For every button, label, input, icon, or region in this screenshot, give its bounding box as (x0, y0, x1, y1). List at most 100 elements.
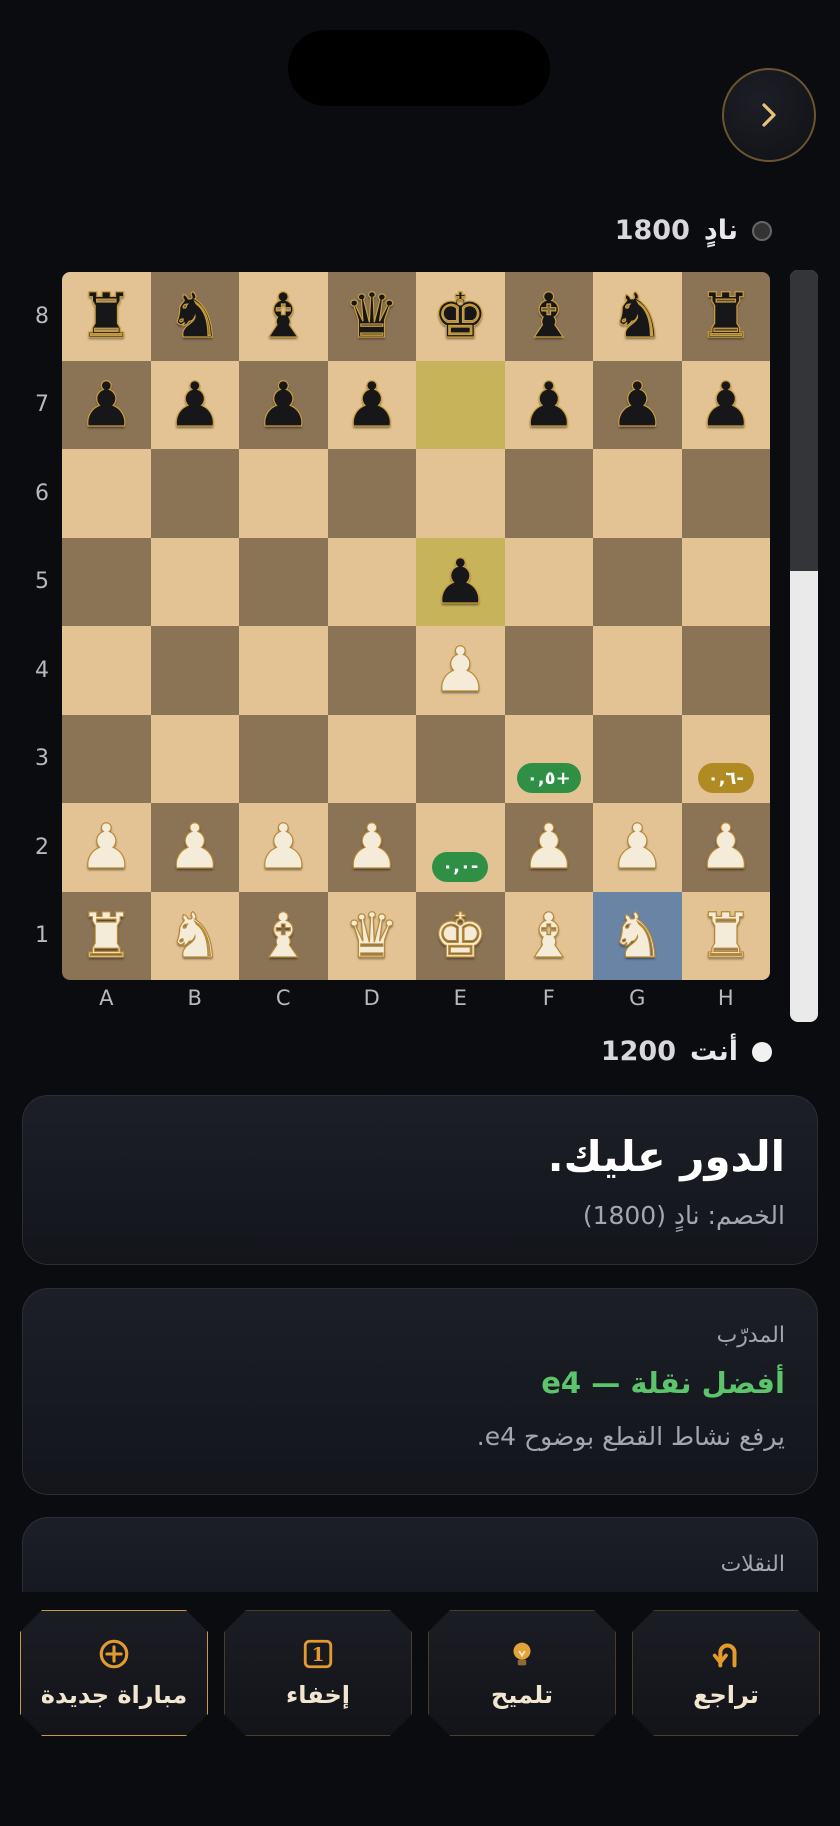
white-bishop-icon[interactable]: ♝ (255, 904, 312, 967)
black-pawn-icon[interactable]: ♟ (432, 550, 489, 613)
black-queen-icon[interactable]: ♛ (343, 284, 400, 347)
square-c5[interactable] (239, 537, 328, 626)
square-a1[interactable]: ♜ (62, 891, 151, 980)
black-pawn-icon[interactable]: ♟ (520, 373, 577, 436)
square-h1[interactable]: ♜ (681, 891, 770, 980)
square-b7[interactable]: ♟ (150, 360, 239, 449)
square-h5[interactable] (681, 537, 770, 626)
white-king-icon[interactable]: ♚ (432, 904, 489, 967)
square-c2[interactable]: ♟ (239, 803, 328, 892)
black-rook-icon[interactable]: ♜ (78, 284, 135, 347)
undo-button[interactable]: تراجع (632, 1610, 820, 1736)
white-pawn-icon[interactable]: ♟ (343, 815, 400, 878)
square-h4[interactable] (681, 626, 770, 715)
square-b3[interactable] (150, 714, 239, 803)
square-a7[interactable]: ♟ (62, 360, 151, 449)
black-knight-icon[interactable]: ♞ (609, 284, 666, 347)
square-b1[interactable]: ♞ (150, 891, 239, 980)
black-bishop-icon[interactable]: ♝ (255, 284, 312, 347)
square-f7[interactable]: ♟ (504, 360, 593, 449)
square-b6[interactable] (150, 449, 239, 538)
square-h6[interactable] (681, 449, 770, 538)
square-f2[interactable]: ♟ (504, 803, 593, 892)
square-g3[interactable] (593, 714, 682, 803)
white-bishop-icon[interactable]: ♝ (520, 904, 577, 967)
square-c4[interactable] (239, 626, 328, 715)
square-e7[interactable] (416, 360, 505, 449)
square-g2[interactable]: ♟ (593, 803, 682, 892)
square-b2[interactable]: ♟ (150, 803, 239, 892)
back-button[interactable] (722, 68, 816, 162)
square-f1[interactable]: ♝ (504, 891, 593, 980)
square-d5[interactable] (327, 537, 416, 626)
square-a3[interactable] (62, 714, 151, 803)
square-b4[interactable] (150, 626, 239, 715)
square-a2[interactable]: ♟ (62, 803, 151, 892)
square-c3[interactable] (239, 714, 328, 803)
black-pawn-icon[interactable]: ♟ (343, 373, 400, 436)
white-pawn-icon[interactable]: ♟ (609, 815, 666, 878)
white-pawn-icon[interactable]: ♟ (432, 638, 489, 701)
white-pawn-icon[interactable]: ♟ (78, 815, 135, 878)
black-pawn-icon[interactable]: ♟ (697, 373, 754, 436)
black-pawn-icon[interactable]: ♟ (166, 373, 223, 436)
black-bishop-icon[interactable]: ♝ (520, 284, 577, 347)
white-rook-icon[interactable]: ♜ (697, 904, 754, 967)
square-g4[interactable] (593, 626, 682, 715)
square-d4[interactable] (327, 626, 416, 715)
square-b8[interactable]: ♞ (150, 272, 239, 361)
square-b5[interactable] (150, 537, 239, 626)
square-f4[interactable] (504, 626, 593, 715)
square-h7[interactable]: ♟ (681, 360, 770, 449)
square-e6[interactable] (416, 449, 505, 538)
square-c6[interactable] (239, 449, 328, 538)
square-e3[interactable] (416, 714, 505, 803)
square-g8[interactable]: ♞ (593, 272, 682, 361)
square-e4[interactable]: ♟ (416, 626, 505, 715)
white-queen-icon[interactable]: ♛ (343, 904, 400, 967)
white-knight-icon[interactable]: ♞ (166, 904, 223, 967)
square-c7[interactable]: ♟ (239, 360, 328, 449)
square-a8[interactable]: ♜ (62, 272, 151, 361)
square-a6[interactable] (62, 449, 151, 538)
square-a4[interactable] (62, 626, 151, 715)
square-f3[interactable]: +٠,٥ (504, 714, 593, 803)
square-f8[interactable]: ♝ (504, 272, 593, 361)
white-pawn-icon[interactable]: ♟ (166, 815, 223, 878)
black-pawn-icon[interactable]: ♟ (609, 373, 666, 436)
hint-button[interactable]: تلميح (428, 1610, 616, 1736)
square-g5[interactable] (593, 537, 682, 626)
white-pawn-icon[interactable]: ♟ (697, 815, 754, 878)
black-pawn-icon[interactable]: ♟ (78, 373, 135, 436)
square-c8[interactable]: ♝ (239, 272, 328, 361)
white-rook-icon[interactable]: ♜ (78, 904, 135, 967)
black-knight-icon[interactable]: ♞ (166, 284, 223, 347)
square-f5[interactable] (504, 537, 593, 626)
square-h3[interactable]: -٠,٦ (681, 714, 770, 803)
square-g6[interactable] (593, 449, 682, 538)
white-pawn-icon[interactable]: ♟ (520, 815, 577, 878)
square-c1[interactable]: ♝ (239, 891, 328, 980)
square-h2[interactable]: ♟ (681, 803, 770, 892)
white-knight-icon[interactable]: ♞ (609, 904, 666, 967)
hide-button[interactable]: 1 إخفاء (224, 1610, 412, 1736)
chess-board[interactable]: ♜ ♞ ♝ ♛ ♚ ♝ ♞ ♜ ♟ ♟ ♟ ♟ ♟ ♟ ♟ ♟ ♟ +٠,٥ -٠,٦ ♟ ♟ ♟ ♟ -٠,٠ ♟ ♟ ♟ ♜ ♞ ♝ ♛… (62, 272, 770, 980)
square-d3[interactable] (327, 714, 416, 803)
square-e2[interactable]: -٠,٠ (416, 803, 505, 892)
square-e8[interactable]: ♚ (416, 272, 505, 361)
square-e5[interactable]: ♟ (416, 537, 505, 626)
new-game-button[interactable]: مباراة جديدة (20, 1610, 208, 1736)
white-pawn-icon[interactable]: ♟ (255, 815, 312, 878)
square-g7[interactable]: ♟ (593, 360, 682, 449)
black-pawn-icon[interactable]: ♟ (255, 373, 312, 436)
square-f6[interactable] (504, 449, 593, 538)
square-d8[interactable]: ♛ (327, 272, 416, 361)
black-rook-icon[interactable]: ♜ (697, 284, 754, 347)
square-d2[interactable]: ♟ (327, 803, 416, 892)
square-g1[interactable]: ♞ (593, 891, 682, 980)
square-a5[interactable] (62, 537, 151, 626)
square-h8[interactable]: ♜ (681, 272, 770, 361)
square-d7[interactable]: ♟ (327, 360, 416, 449)
square-d1[interactable]: ♛ (327, 891, 416, 980)
black-king-icon[interactable]: ♚ (432, 284, 489, 347)
